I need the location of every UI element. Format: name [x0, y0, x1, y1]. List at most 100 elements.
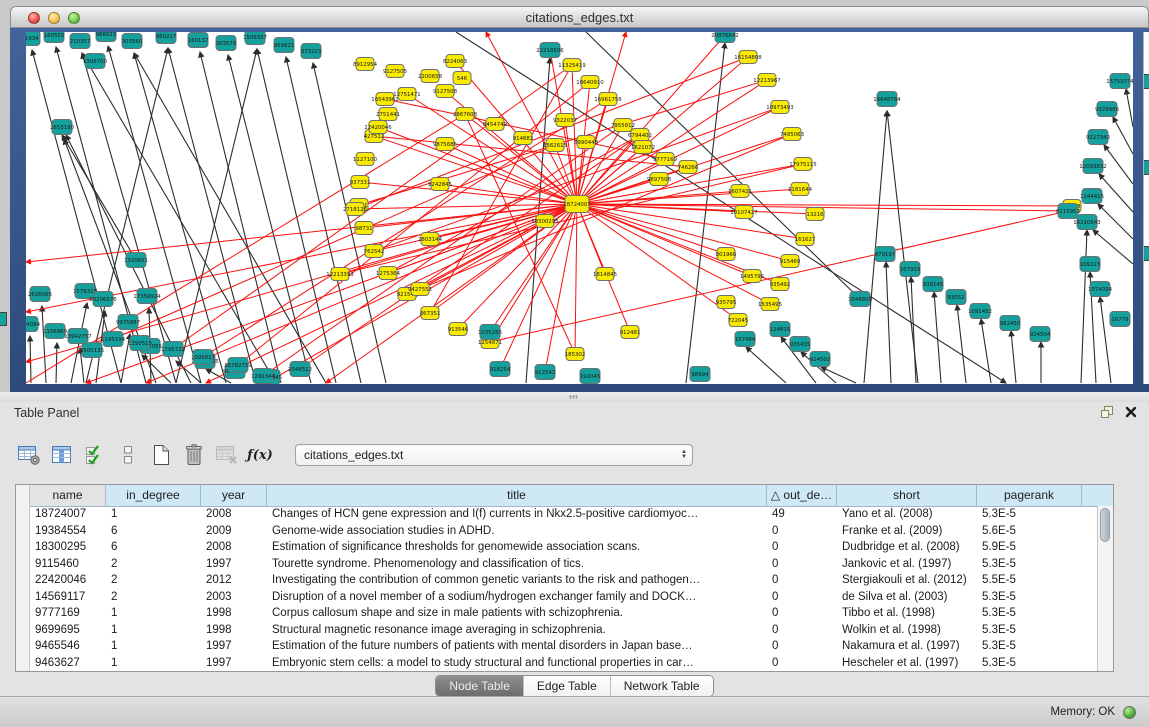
- table-cell[interactable]: 22420046: [30, 572, 106, 589]
- table-cell[interactable]: 2012: [201, 572, 267, 589]
- table-cell[interactable]: Structural magnetic resonance image aver…: [267, 622, 767, 639]
- table-cell[interactable]: 1998: [201, 605, 267, 622]
- table-cell[interactable]: Jankovic et al. (1997): [837, 556, 977, 573]
- table-cell[interactable]: 6: [106, 523, 201, 540]
- table-cell[interactable]: 1998: [201, 622, 267, 639]
- delete-columns-icon[interactable]: [180, 441, 208, 469]
- table-cell[interactable]: Estimation of the future numbers of pati…: [267, 638, 767, 655]
- show-columns-icon[interactable]: [48, 441, 76, 469]
- table-cell[interactable]: 1997: [201, 655, 267, 672]
- table-cell[interactable]: 1: [106, 506, 201, 523]
- table-cell[interactable]: 6: [106, 539, 201, 556]
- table-row[interactable]: 1938455462009Genome-wide association stu…: [30, 523, 1098, 540]
- table-cell[interactable]: 14569117: [30, 589, 106, 606]
- column-header-year[interactable]: year: [201, 485, 267, 506]
- table-cell[interactable]: Changes of HCN gene expression and I(f) …: [267, 506, 767, 523]
- table-row[interactable]: 946362711997Embryonic stem cells: a mode…: [30, 655, 1098, 672]
- table-cell[interactable]: 0: [767, 638, 837, 655]
- column-header-title[interactable]: title: [267, 485, 767, 506]
- table-row[interactable]: 946554611997Estimation of the future num…: [30, 638, 1098, 655]
- tab-network-table[interactable]: Network Table: [610, 676, 713, 696]
- table-cell[interactable]: 1: [106, 655, 201, 672]
- table-cell[interactable]: 5.3E-5: [977, 506, 1082, 523]
- float-panel-icon[interactable]: [1100, 405, 1114, 419]
- table-cell[interactable]: Wolkin et al. (1998): [837, 622, 977, 639]
- table-cell[interactable]: Franke et al. (2009): [837, 523, 977, 540]
- function-builder-icon[interactable]: ƒ(x): [246, 441, 274, 469]
- table-cell[interactable]: 9699695: [30, 622, 106, 639]
- scrollbar-thumb[interactable]: [1100, 508, 1110, 542]
- table-cell[interactable]: 1: [106, 622, 201, 639]
- tab-edge-table[interactable]: Edge Table: [523, 676, 610, 696]
- table-cell[interactable]: 2: [106, 589, 201, 606]
- table-mode-icon[interactable]: [15, 441, 43, 469]
- table-cell[interactable]: 5.5E-5: [977, 572, 1082, 589]
- merge-rows-icon[interactable]: [114, 441, 142, 469]
- table-cell[interactable]: Investigating the contribution of common…: [267, 572, 767, 589]
- tab-node-table[interactable]: Node Table: [436, 676, 523, 696]
- table-cell[interactable]: Stergiakouli et al. (2012): [837, 572, 977, 589]
- table-cell[interactable]: Hescheler et al. (1997): [837, 655, 977, 672]
- column-header-name[interactable]: name: [30, 485, 106, 506]
- select-all-rows-icon[interactable]: [81, 441, 109, 469]
- network-canvas[interactable]: 8224063220065812751471275144142751211271…: [26, 32, 1133, 384]
- table-cell[interactable]: 18300295: [30, 539, 106, 556]
- table-cell[interactable]: 2008: [201, 539, 267, 556]
- table-cell[interactable]: 0: [767, 622, 837, 639]
- table-cell[interactable]: Embryonic stem cells: a model to study s…: [267, 655, 767, 672]
- column-header-in_degree[interactable]: in_degree: [106, 485, 201, 506]
- panel-splitter[interactable]: [0, 392, 1149, 402]
- new-column-icon[interactable]: [147, 441, 175, 469]
- table-cell[interactable]: 5.3E-5: [977, 556, 1082, 573]
- table-cell[interactable]: Tourette syndrome. Phenomenology and cla…: [267, 556, 767, 573]
- table-cell[interactable]: 0: [767, 523, 837, 540]
- table-cell[interactable]: 1997: [201, 556, 267, 573]
- table-cell[interactable]: 2003: [201, 589, 267, 606]
- table-cell[interactable]: 5.3E-5: [977, 589, 1082, 606]
- table-row[interactable]: 969969511998Structural magnetic resonanc…: [30, 622, 1098, 639]
- table-cell[interactable]: 2009: [201, 523, 267, 540]
- table-cell[interactable]: 1: [106, 605, 201, 622]
- table-cell[interactable]: 0: [767, 589, 837, 606]
- table-row[interactable]: 2242004622012Investigating the contribut…: [30, 572, 1098, 589]
- table-cell[interactable]: 5.9E-5: [977, 539, 1082, 556]
- table-select-dropdown[interactable]: citations_edges.txt ▲▼: [295, 444, 693, 466]
- table-cell[interactable]: 9777169: [30, 605, 106, 622]
- table-cell[interactable]: Corpus callosum shape and size in male p…: [267, 605, 767, 622]
- table-cell[interactable]: 49: [767, 506, 837, 523]
- table-cell[interactable]: 1997: [201, 638, 267, 655]
- table-cell[interactable]: 5.6E-5: [977, 523, 1082, 540]
- table-cell[interactable]: 5.3E-5: [977, 655, 1082, 672]
- table-row[interactable]: 977716911998Corpus callosum shape and si…: [30, 605, 1098, 622]
- table-cell[interactable]: 0: [767, 556, 837, 573]
- table-cell[interactable]: 5.3E-5: [977, 638, 1082, 655]
- table-cell[interactable]: Nakamura et al. (1997): [837, 638, 977, 655]
- table-cell[interactable]: 18724007: [30, 506, 106, 523]
- table-cell[interactable]: Tibbo et al. (1998): [837, 605, 977, 622]
- table-cell[interactable]: Dudbridge et al. (2008): [837, 539, 977, 556]
- table-cell[interactable]: 5.3E-5: [977, 622, 1082, 639]
- table-cell[interactable]: 1: [106, 638, 201, 655]
- table-cell[interactable]: 9465546: [30, 638, 106, 655]
- table-cell[interactable]: 0: [767, 539, 837, 556]
- network-graph[interactable]: 8224063220065812751471275144142751211271…: [26, 32, 1133, 384]
- table-cell[interactable]: 5.3E-5: [977, 605, 1082, 622]
- close-panel-icon[interactable]: [1125, 406, 1137, 418]
- vertical-scrollbar[interactable]: [1097, 506, 1113, 671]
- column-header-short[interactable]: short: [837, 485, 977, 506]
- table-cell[interactable]: Disruption of a novel member of a sodium…: [267, 589, 767, 606]
- table-cell[interactable]: 0: [767, 655, 837, 672]
- table-row[interactable]: 1456911722003Disruption of a novel membe…: [30, 589, 1098, 606]
- table-cell[interactable]: Estimation of significance thresholds fo…: [267, 539, 767, 556]
- table-row[interactable]: 911546021997Tourette syndrome. Phenomeno…: [30, 556, 1098, 573]
- column-header-pagerank[interactable]: pagerank: [977, 485, 1082, 506]
- table-cell[interactable]: Genome-wide association studies in ADHD.: [267, 523, 767, 540]
- table-cell[interactable]: 9463627: [30, 655, 106, 672]
- table-cell[interactable]: 0: [767, 572, 837, 589]
- table-cell[interactable]: 9115460: [30, 556, 106, 573]
- table-row[interactable]: 1872400712008Changes of HCN gene express…: [30, 506, 1098, 523]
- table-cell[interactable]: 2008: [201, 506, 267, 523]
- table-cell[interactable]: de Silva et al. (2003): [837, 589, 977, 606]
- table-cell[interactable]: 0: [767, 605, 837, 622]
- column-header-out_de[interactable]: △ out_de…: [767, 485, 837, 506]
